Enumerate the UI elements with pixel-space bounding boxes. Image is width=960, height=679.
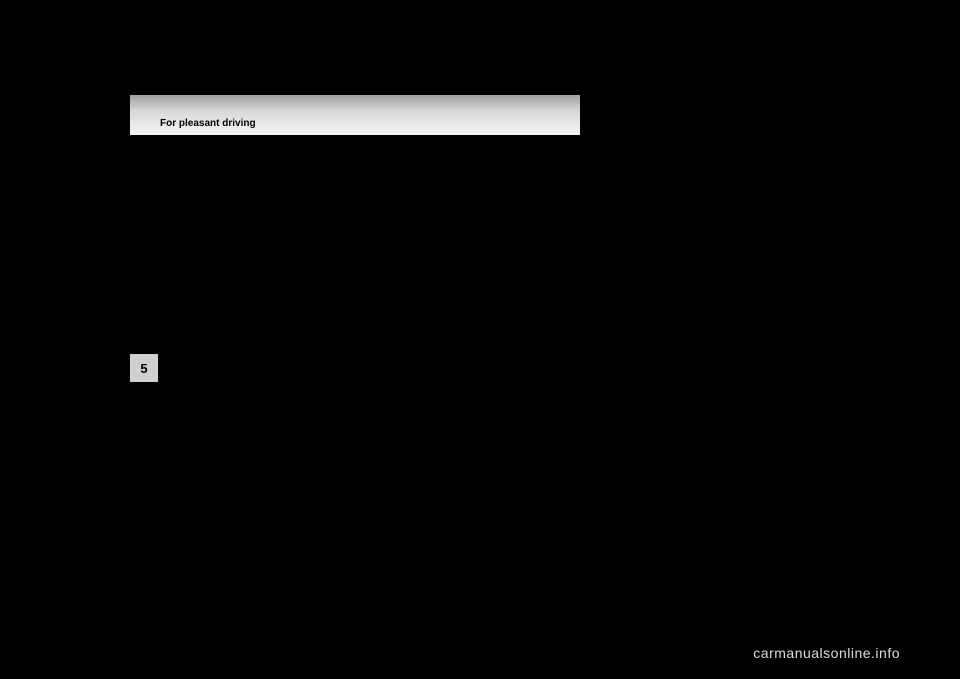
- chapter-number: 5: [140, 361, 147, 376]
- watermark: carmanualsonline.info: [753, 645, 900, 661]
- chapter-tab: 5: [130, 354, 158, 382]
- page-header: For pleasant driving: [130, 95, 580, 135]
- page-header-title: For pleasant driving: [160, 118, 256, 129]
